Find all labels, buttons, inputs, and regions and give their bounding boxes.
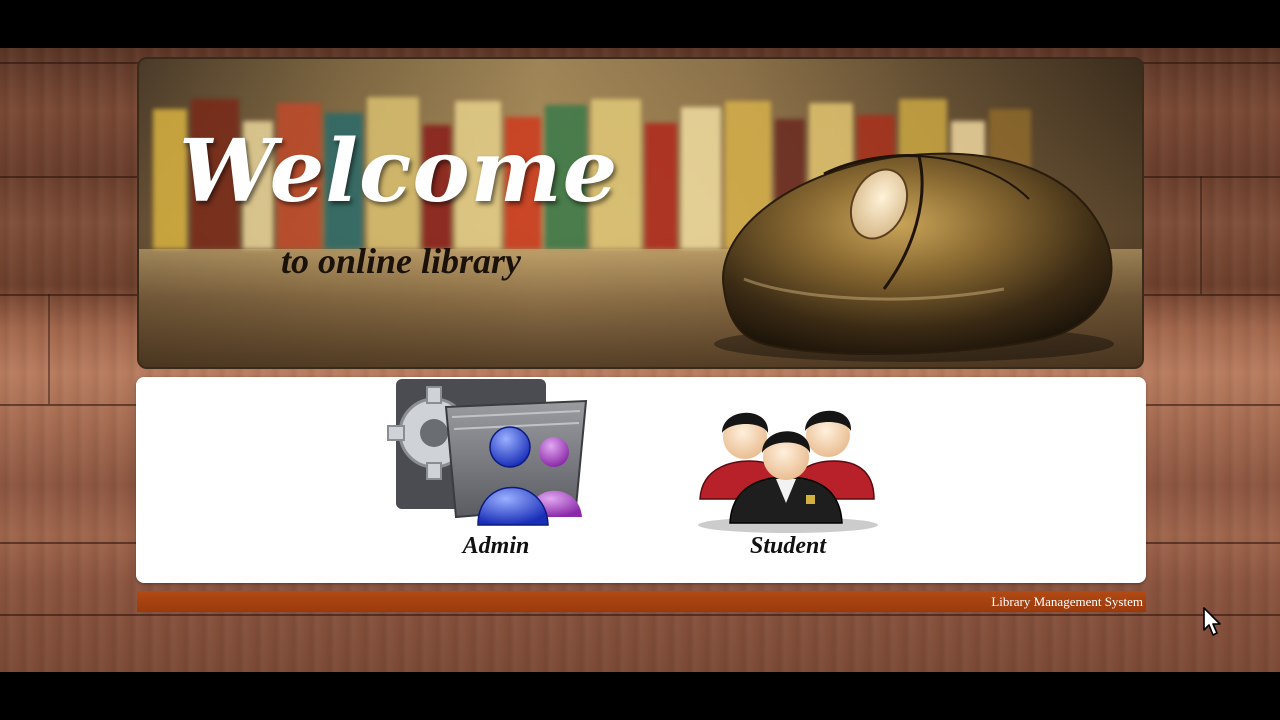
screen: Welcome to online library Admin Student … [0, 0, 1280, 720]
student-label: Student [749, 533, 827, 559]
admin-label: Admin [462, 533, 530, 559]
plank-seam [0, 614, 1280, 616]
book-spine [645, 123, 677, 249]
student-group-icon [698, 410, 878, 533]
plank-seam [1200, 176, 1202, 294]
admin-settings-users-icon [387, 379, 588, 526]
admin-login-button[interactable]: Admin [386, 377, 606, 567]
student-login-button[interactable]: Student [678, 377, 898, 567]
welcome-banner: Welcome to online library [137, 57, 1144, 369]
footer-text: Library Management System [991, 594, 1143, 609]
mouse-pointer-icon [1203, 607, 1221, 636]
role-selection-panel: Admin Student [136, 377, 1146, 583]
footer-bar: Library Management System [137, 591, 1146, 612]
welcome-title: Welcome [179, 121, 619, 222]
computer-mouse-image [714, 152, 1114, 362]
plank-seam [48, 294, 50, 404]
welcome-subtitle: to online library [281, 241, 522, 281]
